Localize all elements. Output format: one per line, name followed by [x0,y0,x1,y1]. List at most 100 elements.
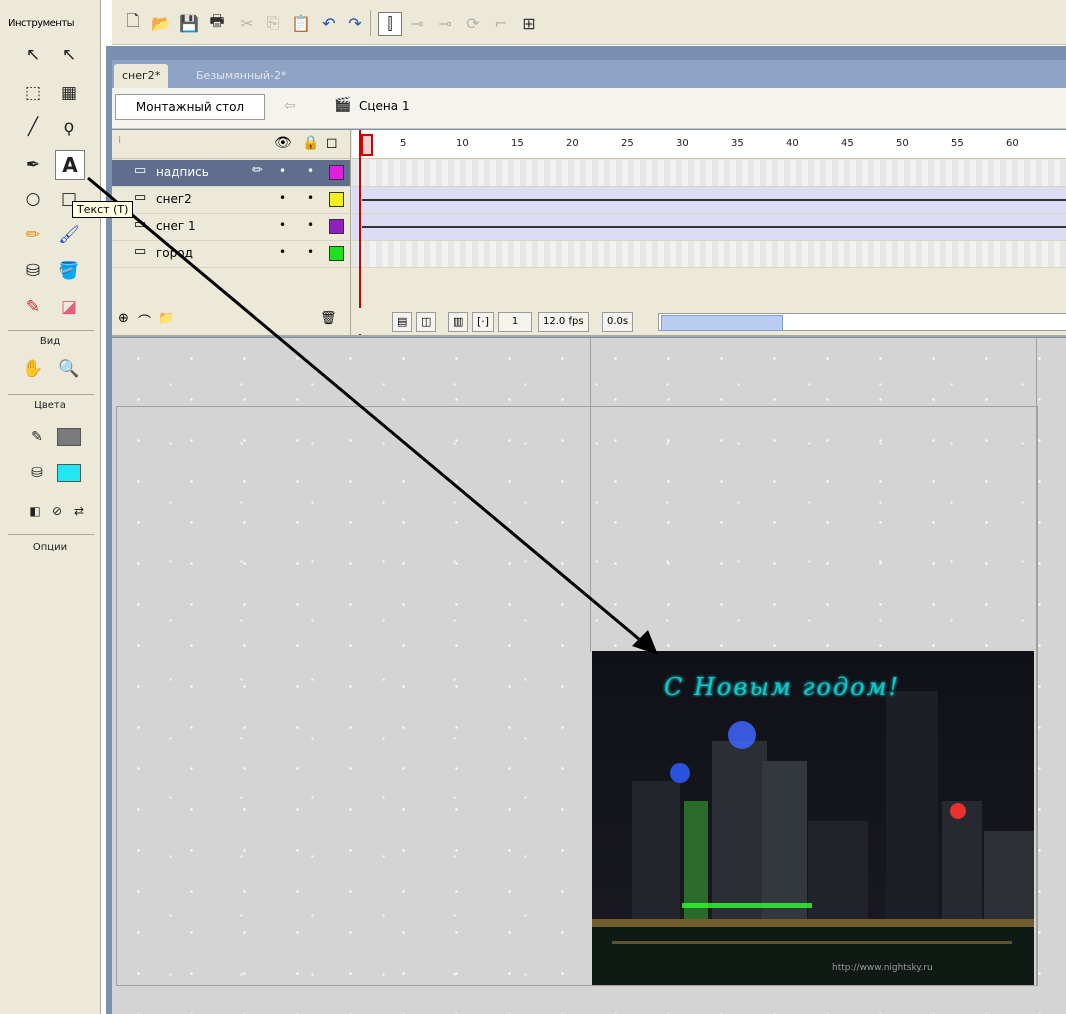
rotate-icon[interactable]: ⟳ [462,12,484,34]
ruler-tick: 25 [621,138,634,149]
ink-bottle-tool-icon[interactable]: ⛁ [20,258,46,284]
eraser-tool-icon[interactable]: ◪ [56,294,82,320]
ruler-tick: 50 [896,138,909,149]
stage-tab[interactable]: Монтажный стол [115,94,265,120]
eyedropper-tool-icon[interactable]: ✎ [20,294,46,320]
center-frame-icon[interactable]: ▤ [392,312,413,332]
frame-row[interactable] [352,241,1066,268]
motion-tween-line [362,199,1066,201]
lock-dot[interactable]: • [307,191,314,205]
undo-icon[interactable]: ↶ [318,12,340,34]
ruler-tick: 55 [951,138,964,149]
free-transform-tool-icon[interactable]: ⬚ [20,80,46,106]
timeline-footer: ▤ ◫ ▥ [·] 1 12.0 fps 0.0s [352,308,1066,334]
layer-color-swatch[interactable] [329,192,344,207]
brush-tool-icon[interactable]: 🖌 [56,222,82,248]
pen-tool-icon[interactable]: ✒ [20,152,46,178]
tab-untitled-2[interactable]: Безымянный-2* [188,64,294,88]
greeting-text[interactable]: С Новым годом! [664,673,900,701]
fill-transform-tool-icon[interactable]: ▦ [56,80,82,106]
ruler-tick: 35 [731,138,744,149]
fill-color-swatch[interactable] [57,464,81,482]
paste-icon[interactable]: 📋 [290,12,312,34]
oval-tool-icon[interactable]: ○ [20,186,46,212]
playhead-handle[interactable] [361,134,373,156]
timeline-scrollbar[interactable] [658,313,1066,331]
stage-guide-line [590,338,591,652]
text-tool-tooltip: Текст (T) [72,201,134,218]
redo-icon[interactable]: ↷ [344,12,366,34]
document-tabs: снег2* Безымянный-2* [112,60,1066,88]
lock-dot[interactable]: • [307,245,314,259]
stroke-color-swatch[interactable] [57,428,81,446]
tab-sneg2[interactable]: снег2* [114,64,169,88]
visibility-dot[interactable]: • [279,245,286,259]
scale-icon[interactable]: ⌐ [490,12,512,34]
frame-row[interactable] [352,160,1066,187]
layer-color-swatch[interactable] [329,246,344,261]
onion-skin-icon[interactable]: ◫ [416,312,437,332]
lock-dot[interactable]: • [307,164,314,178]
lock-dot[interactable]: • [307,218,314,232]
straighten-icon[interactable]: ⊸ [434,12,456,34]
back-arrow-icon[interactable]: ⇦ [284,98,296,114]
lock-icon[interactable]: 🔒 [302,135,319,151]
layer-name: город [156,246,193,260]
cut-icon[interactable]: ✂ [236,12,258,34]
photo-watermark: http://www.nightsky.ru [832,963,933,973]
layer-name: надпись [156,165,209,179]
zoom-tool-icon[interactable]: 🔍 [56,356,82,382]
eye-icon[interactable]: 👁 [274,135,292,151]
ruler-tick: 20 [566,138,579,149]
lasso-tool-icon[interactable]: ϙ [56,114,82,140]
layer-row-sneg1[interactable]: ▭ снег 1 • • [112,214,350,241]
outline-icon[interactable]: ◻ [326,135,338,151]
city-night-photo[interactable]: С Новым годом! http://www.nightsky.ru [592,651,1034,985]
scrollbar-thumb[interactable] [661,315,783,331]
new-file-icon[interactable]: 🗋 [122,11,144,34]
open-file-icon[interactable]: 📂 [150,12,172,34]
visibility-dot[interactable]: • [279,164,286,178]
layer-color-swatch[interactable] [329,165,344,180]
edit-multiple-frames-icon[interactable]: ▥ [448,312,469,332]
visibility-dot[interactable]: • [279,191,286,205]
frame-row[interactable] [352,214,1066,241]
line-tool-icon[interactable]: ╱ [20,114,46,140]
onion-markers-icon[interactable]: [·] [472,312,495,332]
add-folder-icon[interactable]: 📁 [158,311,174,326]
frame-row[interactable] [352,187,1066,214]
playhead[interactable] [359,130,373,335]
layer-row-nadpis[interactable]: ▭ надпись ✏ • • [112,160,350,187]
pencil-tool-icon[interactable]: ✏ [20,222,46,248]
tools-divider [8,534,94,535]
layer-color-swatch[interactable] [329,219,344,234]
print-icon[interactable]: 🖶 [206,11,228,34]
tools-panel-title: Инструменты [8,18,75,29]
delete-layer-icon[interactable]: 🗑 [320,311,337,326]
text-tool-icon[interactable]: A [55,150,85,180]
smooth-icon[interactable]: ⊸ [406,12,428,34]
save-icon[interactable]: 💾 [178,12,200,34]
edit-bar: Монтажный стол ⇦ 🎬 Сцена 1 [112,88,1066,129]
layer-row-gorod[interactable]: ▭ город • • [112,241,350,268]
layer-row-sneg2[interactable]: ▭ снег2 • • [112,187,350,214]
motion-tween-line [362,226,1066,228]
align-icon[interactable]: ⊞ [518,12,540,34]
layer-name: снег 1 [156,219,196,233]
hand-tool-icon[interactable]: ✋ [20,356,46,382]
visibility-dot[interactable]: • [279,218,286,232]
snap-to-objects-icon[interactable]: ⫿ [378,12,402,36]
ruler-tick: 40 [786,138,799,149]
subselect-tool-icon[interactable]: ↖ [56,42,82,68]
paint-bucket-tool-icon[interactable]: 🪣 [56,258,82,284]
ruler-tick: 30 [676,138,689,149]
add-guide-layer-icon[interactable]: ⌒ [138,311,151,330]
scene-label[interactable]: Сцена 1 [359,99,410,113]
timeline-panel: ⁞ 👁 🔒 ◻ ▭ надпись ✏ • • ▭ снег2 • • ▭ сн… [112,130,1066,337]
frame-ruler[interactable]: 1 5 10 15 20 25 30 35 40 45 50 55 60 [352,130,1066,159]
add-layer-icon[interactable]: ⊕ [118,311,129,326]
stroke-color-pencil-icon: ✎ [31,429,43,445]
swap-colors-icon[interactable]: ⇄ [66,498,92,524]
arrow-tool-icon[interactable]: ↖ [20,42,46,68]
copy-icon[interactable]: ⎘ [262,12,284,34]
